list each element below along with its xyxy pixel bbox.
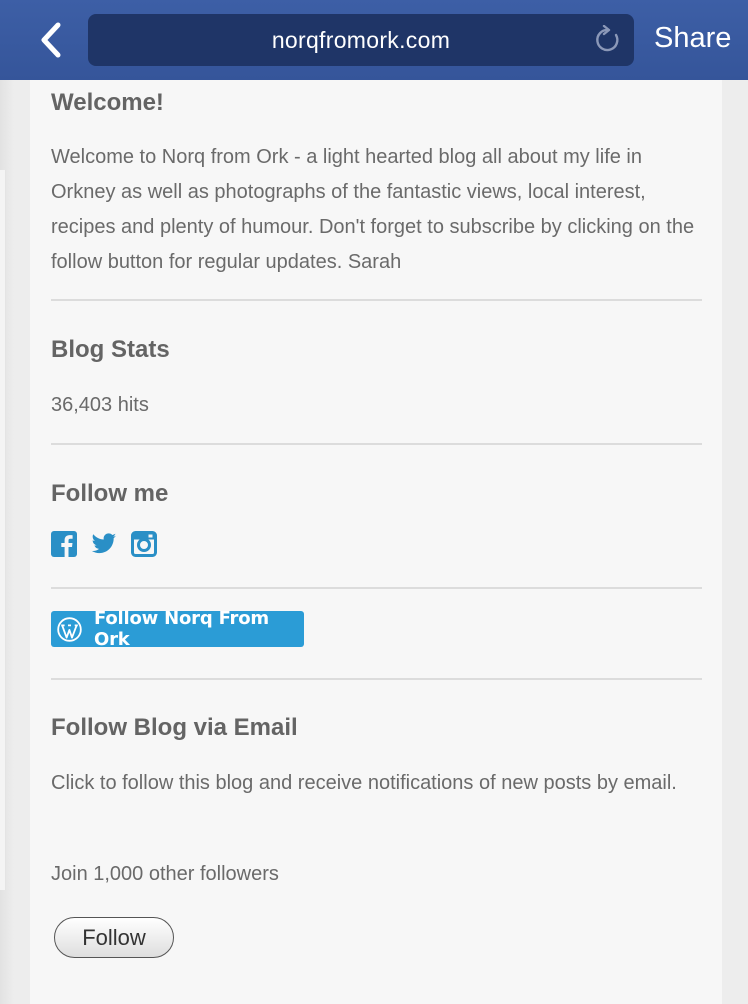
divider	[51, 678, 702, 680]
blog-stats-title: Blog Stats	[51, 336, 170, 363]
welcome-widget: Welcome!	[51, 89, 702, 117]
sidebar-widgets: Welcome! Welcome to Norq from Ork - a li…	[30, 80, 722, 1004]
welcome-text: Welcome to Norq from Ork - a light heart…	[51, 146, 695, 273]
chevron-left-icon	[41, 22, 61, 58]
browser-toolbar: norqfromork.com Share	[0, 0, 748, 80]
welcome-title: Welcome!	[51, 89, 164, 116]
divider	[51, 587, 702, 589]
hits-count: 36,403 hits	[51, 394, 149, 416]
back-button[interactable]	[30, 20, 70, 60]
email-follow-title: Follow Blog via Email	[51, 714, 298, 741]
address-bar[interactable]: norqfromork.com	[88, 14, 634, 66]
followers-count: Join 1,000 other followers	[51, 863, 279, 885]
wordpress-follow-button[interactable]: Follow Norq From Ork	[51, 608, 304, 650]
wordpress-follow-label: Follow Norq From Ork	[94, 608, 269, 650]
facebook-icon[interactable]	[51, 531, 77, 557]
share-button[interactable]: Share	[654, 22, 731, 55]
adjacent-card-edge	[0, 170, 6, 890]
url-text: norqfromork.com	[271, 26, 451, 53]
wordpress-icon	[57, 616, 82, 642]
instagram-icon[interactable]	[131, 531, 157, 557]
follow-me-title: Follow me	[51, 480, 169, 507]
email-follow-text: Click to follow this blog and receive no…	[51, 772, 677, 794]
social-links	[51, 531, 702, 557]
reload-icon	[596, 25, 619, 52]
reload-button[interactable]	[592, 24, 624, 56]
divider	[51, 299, 702, 301]
twitter-icon[interactable]	[91, 531, 117, 557]
divider	[51, 443, 702, 445]
follow-button[interactable]: Follow	[54, 917, 174, 958]
